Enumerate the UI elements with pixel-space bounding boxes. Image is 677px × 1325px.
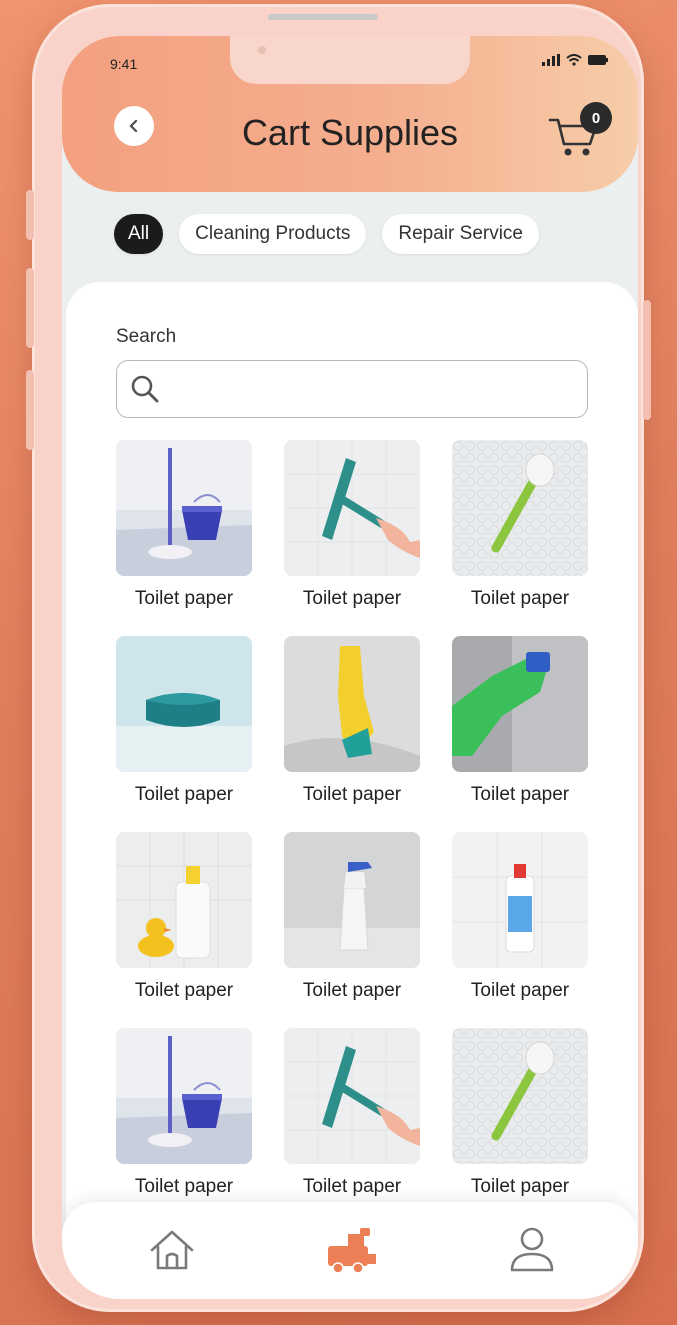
product-label: Toilet paper: [470, 588, 570, 609]
wifi-icon: [566, 54, 582, 66]
cart-count-badge: 0: [580, 102, 612, 134]
product-card[interactable]: Toilet paper: [284, 832, 420, 1002]
product-label: Toilet paper: [134, 980, 234, 1001]
sponge-image: [116, 636, 252, 772]
category-chip-all[interactable]: All: [114, 214, 164, 254]
product-label: Toilet paper: [134, 588, 234, 609]
phone-side-button: [26, 190, 34, 240]
search-icon: [131, 375, 159, 403]
product-label: Toilet paper: [302, 588, 402, 609]
product-label: Toilet paper: [470, 784, 570, 805]
product-card[interactable]: Toilet paper: [284, 1028, 420, 1198]
status-time: 9:41: [110, 56, 138, 72]
rubber-duck-bottle-image: [116, 832, 252, 968]
product-label: Toilet paper: [134, 784, 234, 805]
mop-bucket-image: [116, 1028, 252, 1164]
search-label: Search: [116, 326, 177, 347]
product-card[interactable]: Toilet paper: [284, 440, 420, 610]
squeegee-image: [284, 1028, 420, 1164]
product-card[interactable]: Toilet paper: [452, 1028, 588, 1198]
home-icon[interactable]: [144, 1224, 200, 1276]
app-screen: 9:41 Cart Supplies 0 All Cleaning Produc…: [62, 36, 638, 1299]
mop-bucket-image: [116, 440, 252, 576]
product-panel: Search Toilet paper Toilet paper Toilet …: [66, 282, 638, 1282]
product-card[interactable]: Toilet paper: [116, 440, 252, 610]
phone-side-button: [26, 268, 34, 348]
product-label: Toilet paper: [302, 1176, 402, 1197]
app-header: 9:41 Cart Supplies 0: [62, 36, 638, 192]
product-card[interactable]: Toilet paper: [284, 636, 420, 806]
product-label: Toilet paper: [302, 980, 402, 1001]
product-card[interactable]: Toilet paper: [116, 832, 252, 1002]
search-input[interactable]: [116, 360, 588, 418]
signal-icon: [542, 54, 560, 66]
product-card[interactable]: Toilet paper: [452, 440, 588, 610]
user-icon[interactable]: [504, 1224, 560, 1276]
green-glove-cleaning-image: [452, 636, 588, 772]
product-label: Toilet paper: [470, 980, 570, 1001]
scrub-brush-image: [452, 1028, 588, 1164]
detergent-bottle-image: [452, 832, 588, 968]
squeegee-image: [284, 440, 420, 576]
category-filter: All Cleaning Products Repair Service: [114, 214, 539, 256]
bottom-nav: [62, 1202, 638, 1299]
battery-icon: [588, 55, 608, 65]
product-card[interactable]: Toilet paper: [116, 636, 252, 806]
scrub-brush-image: [452, 440, 588, 576]
spray-bottle-image: [284, 832, 420, 968]
phone-side-button: [643, 300, 651, 420]
product-label: Toilet paper: [134, 1176, 234, 1197]
train-toy-icon[interactable]: [324, 1224, 380, 1276]
product-card[interactable]: Toilet paper: [452, 636, 588, 806]
category-chip-repair-service[interactable]: Repair Service: [382, 214, 539, 254]
product-card[interactable]: Toilet paper: [116, 1028, 252, 1198]
phone-side-button: [26, 370, 34, 450]
camera: [258, 46, 266, 54]
product-label: Toilet paper: [302, 784, 402, 805]
notch: [230, 36, 470, 84]
status-icons: [542, 54, 608, 66]
product-label: Toilet paper: [470, 1176, 570, 1197]
product-grid: Toilet paper Toilet paper Toilet paper T…: [116, 440, 590, 1198]
category-chip-cleaning-products[interactable]: Cleaning Products: [179, 214, 367, 254]
phone-speaker: [268, 14, 378, 20]
yellow-glove-wiping-image: [284, 636, 420, 772]
product-card[interactable]: Toilet paper: [452, 832, 588, 1002]
